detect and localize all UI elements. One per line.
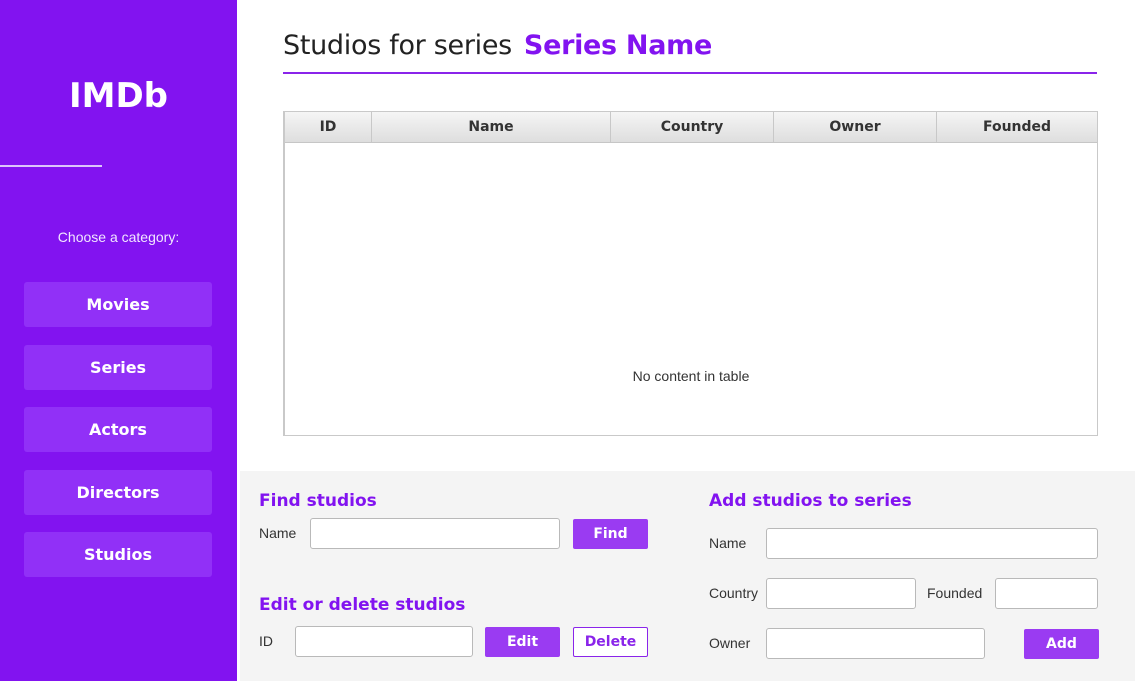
studios-table[interactable]: ID Name Country Owner Founded No content… (283, 111, 1098, 436)
add-section-title: Add studios to series (709, 491, 912, 511)
sidebar: IMDb Choose a category: Movies Series Ac… (0, 0, 237, 681)
logo-divider (0, 165, 102, 167)
add-founded-label: Founded (927, 585, 983, 601)
form-panel: Find studios Name Find Edit or delete st… (240, 471, 1135, 681)
page-title: Studios for series Series Name (283, 30, 712, 66)
column-header-country[interactable]: Country (611, 112, 774, 142)
add-owner-input[interactable] (766, 628, 985, 659)
find-button[interactable]: Find (573, 519, 648, 549)
page-title-prefix: Studios for series (283, 30, 512, 61)
add-owner-label: Owner (709, 635, 751, 651)
column-header-name[interactable]: Name (372, 112, 611, 142)
nav-studios-button[interactable]: Studios (24, 532, 212, 577)
series-name: Series Name (523, 30, 712, 61)
add-button[interactable]: Add (1024, 629, 1099, 659)
empty-table-message: No content in table (632, 368, 750, 384)
edit-section-title: Edit or delete studios (259, 595, 466, 615)
nav-actors-button[interactable]: Actors (24, 407, 212, 452)
nav-directors-button[interactable]: Directors (24, 470, 212, 515)
find-name-label: Name (259, 525, 297, 541)
edit-button[interactable]: Edit (485, 627, 560, 657)
column-header-founded[interactable]: Founded (937, 112, 1097, 142)
add-name-input[interactable] (766, 528, 1098, 559)
edit-id-label: ID (259, 633, 273, 649)
delete-button[interactable]: Delete (573, 627, 648, 657)
add-founded-input[interactable] (995, 578, 1098, 609)
app-logo: IMDb (68, 76, 169, 116)
add-name-label: Name (709, 535, 747, 551)
add-country-label: Country (709, 585, 759, 601)
table-header: ID Name Country Owner Founded (285, 112, 1097, 143)
find-name-input[interactable] (310, 518, 560, 549)
column-header-id[interactable]: ID (285, 112, 372, 142)
find-section-title: Find studios (259, 491, 377, 511)
nav-movies-button[interactable]: Movies (24, 282, 212, 327)
edit-id-input[interactable] (295, 626, 473, 657)
category-prompt: Choose a category: (57, 229, 180, 245)
title-underline (283, 72, 1097, 74)
nav-series-button[interactable]: Series (24, 345, 212, 390)
add-country-input[interactable] (766, 578, 916, 609)
column-header-owner[interactable]: Owner (774, 112, 937, 142)
